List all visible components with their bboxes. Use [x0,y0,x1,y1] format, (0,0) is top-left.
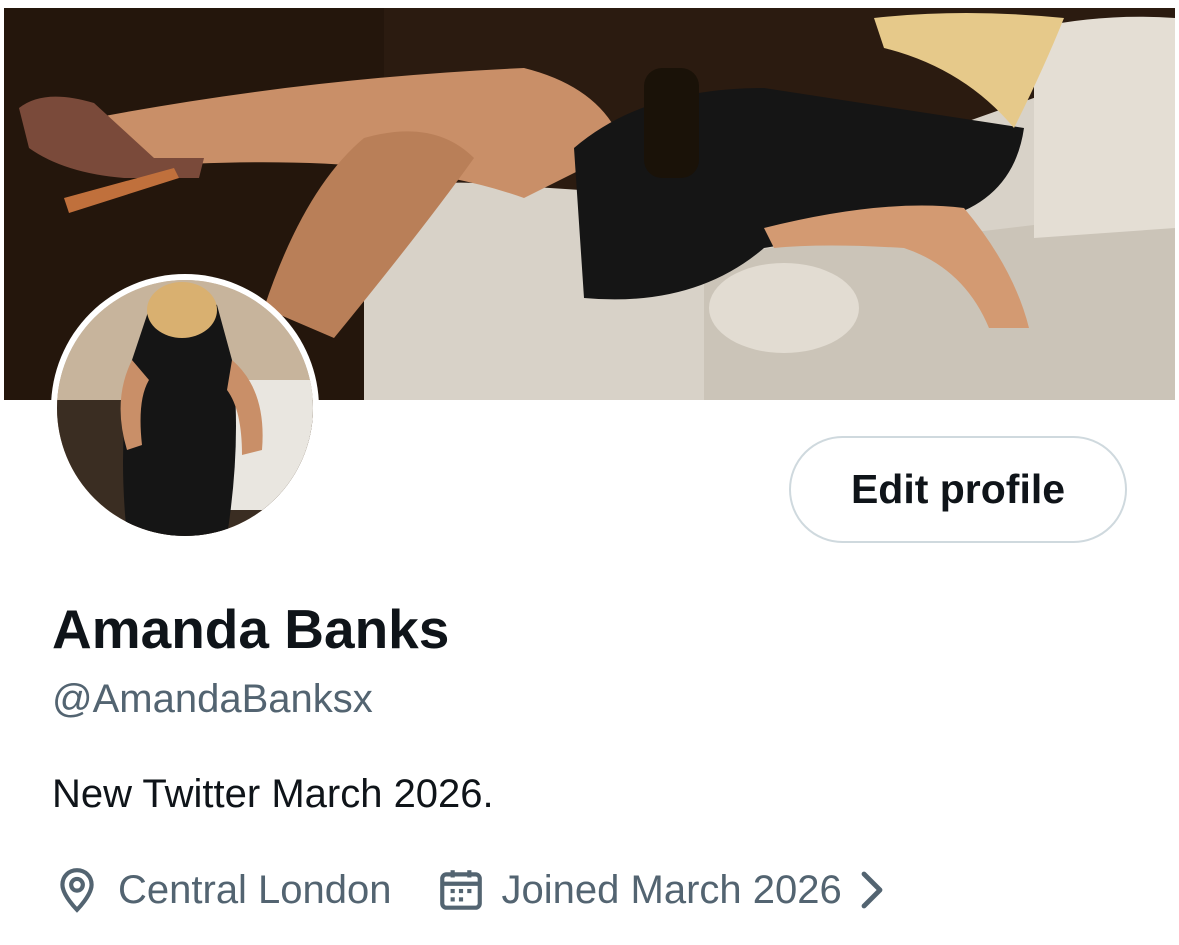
profile-handle: @AmandaBanksx [52,677,373,721]
profile-page: Edit profile Amanda Banks @AmandaBanksx … [0,0,1179,945]
edit-profile-button[interactable]: Edit profile [789,436,1127,543]
profile-bio: New Twitter March 2026. [52,772,494,816]
profile-display-name: Amanda Banks [52,598,450,660]
profile-avatar[interactable] [51,274,319,542]
joined-text: Joined March 2026 [501,867,842,912]
avatar-photo [57,280,313,536]
location-pin-icon [52,865,102,915]
chevron-right-icon[interactable] [858,868,886,912]
profile-joined[interactable]: Joined March 2026 [436,865,886,915]
profile-meta: Central London Joined March 2026 [52,860,886,920]
location-text: Central London [118,867,392,912]
calendar-icon [436,865,486,915]
profile-location: Central London [52,865,392,915]
